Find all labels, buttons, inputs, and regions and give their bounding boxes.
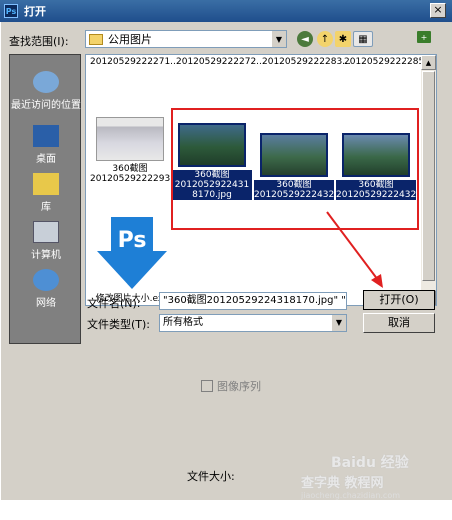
look-in-value: 公用图片: [108, 33, 152, 46]
title-bar: Ps 打开 ×: [0, 0, 452, 22]
vertical-scrollbar[interactable]: ▲ ▼: [421, 55, 436, 305]
filetype-select[interactable]: 所有格式 ▼: [159, 314, 347, 332]
list-item[interactable]: 360截图 20120529224318170.jpg: [172, 123, 252, 200]
watermark-brand: Baidu 经验: [331, 455, 409, 471]
up-folder-icon[interactable]: ↑: [317, 31, 333, 47]
desktop-icon: [33, 125, 59, 147]
new-folder-icon[interactable]: ✱: [335, 31, 351, 47]
file-name-line1: 360截图: [336, 180, 416, 190]
place-network[interactable]: 网络: [10, 269, 82, 309]
place-recent[interactable]: 最近访问的位置: [10, 71, 82, 111]
arrow-annotation: [326, 211, 383, 288]
file-name-line1: 360截图: [254, 180, 334, 190]
cancel-button[interactable]: 取消: [363, 313, 435, 333]
photoshop-icon: Ps: [97, 217, 167, 289]
watermark-url: jiaocheng.chazidian.com: [301, 491, 401, 500]
filetype-label: 文件类型(T):: [87, 318, 151, 331]
chevron-down-icon[interactable]: ▼: [271, 31, 286, 47]
recent-icon: [33, 71, 59, 93]
list-item[interactable]: 360截图 20120529222293...: [90, 117, 179, 184]
thumbnail-image: [260, 133, 328, 177]
place-computer[interactable]: 计算机: [10, 221, 82, 261]
file-name-line1: 360截图: [112, 164, 148, 174]
folder-new-icon[interactable]: +: [417, 31, 431, 43]
file-name[interactable]: 20120529222285...: [344, 57, 433, 67]
back-icon[interactable]: ◄: [297, 31, 313, 47]
file-name-line2: 20120529222293...: [90, 174, 179, 184]
network-icon: [33, 269, 59, 291]
watermark-site: 查字典 教程网: [301, 476, 384, 491]
thumbnail-image: [342, 133, 410, 177]
thumbnail-image: [96, 117, 164, 161]
checkbox-box[interactable]: [201, 380, 213, 392]
file-name-line1: 360截图: [172, 170, 252, 180]
file-size-label: 文件大小:: [187, 470, 235, 483]
folder-icon: [89, 33, 103, 45]
file-name-line2: 20120529222432...: [254, 190, 343, 200]
look-in-label: 查找范围(I):: [9, 35, 69, 48]
photoshop-logo-text: Ps: [118, 228, 147, 253]
place-desktop[interactable]: 桌面: [10, 125, 82, 165]
file-name-line2: 20120529224318170.jpg: [172, 180, 252, 200]
file-name[interactable]: 20120529222271...: [90, 57, 179, 67]
place-label: 库: [41, 202, 51, 213]
filetype-value: 所有格式: [163, 317, 203, 328]
scroll-thumb[interactable]: [422, 71, 435, 281]
place-label: 最近访问的位置: [11, 100, 81, 111]
place-label: 网络: [36, 298, 56, 309]
close-button[interactable]: ×: [430, 3, 446, 18]
place-label: 桌面: [36, 154, 56, 165]
image-sequence-label: 图像序列: [217, 380, 261, 393]
watermark: Baidu 经验 查字典 教程网 jiaocheng.chazidian.com: [301, 452, 451, 520]
place-label: 计算机: [31, 250, 61, 261]
place-libraries[interactable]: 库: [10, 173, 82, 213]
image-sequence-checkbox[interactable]: 图像序列: [201, 378, 261, 394]
file-name[interactable]: 20120529222272...: [176, 57, 265, 67]
filename-input[interactable]: "360截图20120529224318170.jpg" "360截: [159, 292, 347, 310]
file-name[interactable]: 20120529222283...: [262, 57, 351, 67]
list-item[interactable]: Ps 修改图片大小.exe: [88, 217, 176, 304]
open-dialog: 查找范围(I): 公用图片 ▼ ◄ ↑ ✱ ▦ + 最近访问的位置 桌面 库 计…: [0, 22, 452, 500]
file-name-line2: 20120529222432...: [336, 190, 425, 200]
list-item[interactable]: 360截图 20120529222432...: [254, 133, 343, 200]
libraries-icon: [33, 173, 59, 195]
view-menu-icon[interactable]: ▦: [353, 31, 373, 47]
filename-label: 文件名(N):: [87, 297, 141, 310]
look-in-combo[interactable]: 公用图片 ▼: [85, 30, 287, 48]
computer-icon: [33, 221, 59, 243]
chevron-down-icon[interactable]: ▼: [331, 315, 346, 331]
scroll-up-icon[interactable]: ▲: [421, 55, 436, 70]
open-button[interactable]: 打开(O): [363, 290, 435, 310]
photoshop-app-icon: Ps: [4, 4, 18, 18]
thumbnail-image: [178, 123, 246, 167]
window-title: 打开: [24, 5, 46, 18]
list-item[interactable]: 360截图 20120529222432...: [336, 133, 425, 200]
places-bar: 最近访问的位置 桌面 库 计算机 网络: [9, 54, 81, 344]
